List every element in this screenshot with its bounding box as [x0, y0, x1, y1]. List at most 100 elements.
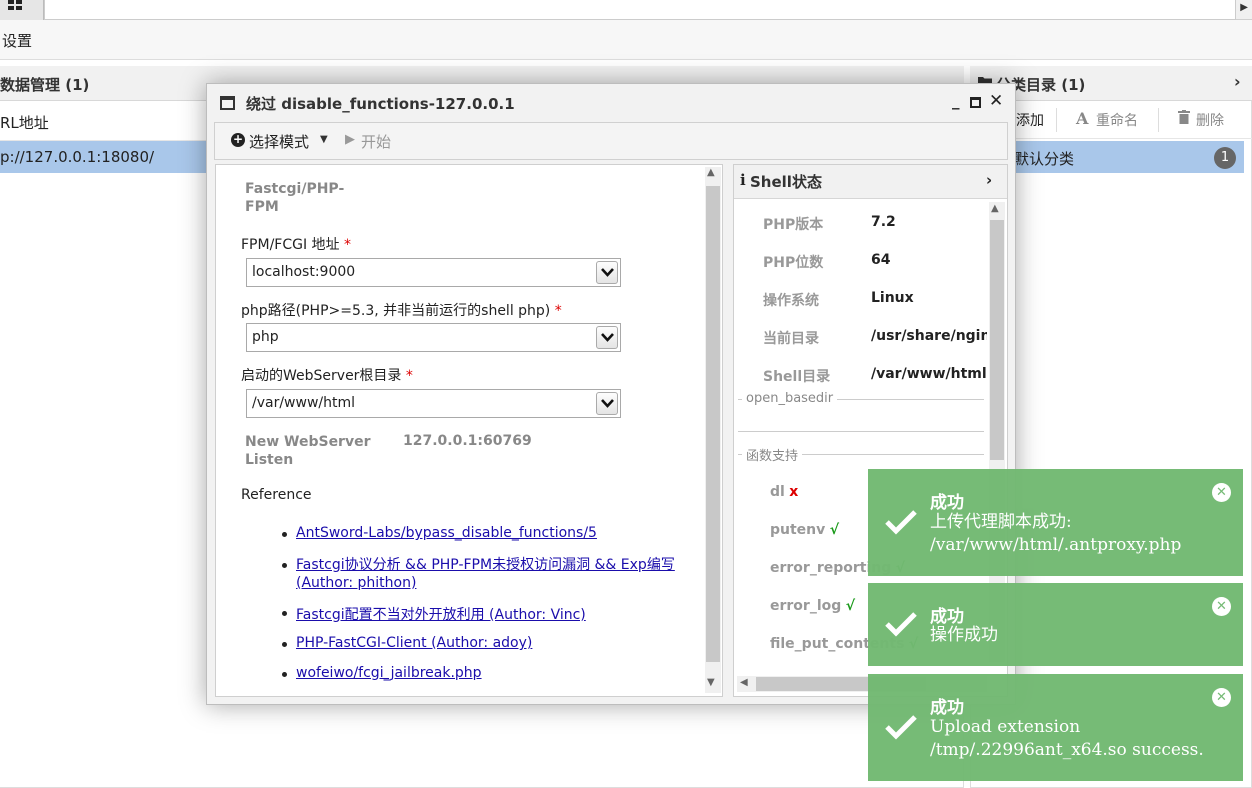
- reference-link[interactable]: Fastcgi协议分析 && PHP-FPM未授权访问漏洞 && Exp编写 (…: [296, 556, 696, 592]
- php-path-select[interactable]: php: [246, 323, 621, 352]
- required-mark: *: [344, 237, 351, 253]
- font-a-icon: A: [1076, 109, 1089, 128]
- data-panel-title: 数据管理 (1): [0, 76, 90, 94]
- success-toast[interactable]: 成功 Upload extension /tmp/.22996ant_x64.s…: [868, 674, 1243, 781]
- toast-message: Upload extension: [930, 717, 1081, 737]
- add-category-button[interactable]: 添加: [1016, 110, 1044, 130]
- modal-toolbar: [214, 122, 1008, 160]
- reference-link[interactable]: wofeiwo/fcgi_jailbreak.php: [296, 665, 482, 681]
- plus-circle-icon: +: [231, 132, 245, 147]
- check-icon: √: [845, 598, 856, 614]
- trash-icon: [1178, 110, 1190, 124]
- chevron-down-icon: [601, 399, 614, 408]
- shell-dir-key: Shell目录: [763, 369, 831, 385]
- current-dir-key: 当前目录: [763, 331, 819, 347]
- reference-link[interactable]: Fastcgi配置不当对外开放利用 (Author: Vinc): [296, 604, 586, 624]
- webroot-value: /var/www/html: [252, 395, 356, 411]
- fieldset-border: [738, 431, 984, 432]
- webroot-label-text: 启动的WebServer根目录: [241, 368, 402, 384]
- success-toast[interactable]: 成功 上传代理脚本成功: /var/www/html/.antproxy.php…: [868, 469, 1243, 576]
- success-toast[interactable]: 成功 操作成功 ✕: [868, 583, 1243, 666]
- reference-link[interactable]: AntSword-Labs/bypass_disable_functions/5: [296, 525, 597, 541]
- shell-scrollbar-thumb[interactable]: [990, 220, 1004, 460]
- select-mode-button[interactable]: 选择模式: [249, 131, 309, 152]
- category-name[interactable]: 默认分类: [1014, 148, 1074, 169]
- scroll-down-arrow-icon[interactable]: ▼: [707, 677, 715, 688]
- required-mark: *: [554, 303, 562, 319]
- webroot-label: 启动的WebServer根目录 *: [241, 365, 413, 385]
- caret-down-icon[interactable]: ▼: [320, 134, 328, 145]
- list-bullet: [282, 563, 287, 568]
- function-item: dl x: [770, 484, 798, 500]
- grid-icon: [8, 0, 22, 10]
- rename-category-button[interactable]: 重命名: [1096, 110, 1138, 130]
- php-version-value: 7.2: [871, 214, 896, 230]
- os-key: 操作系统: [763, 293, 819, 309]
- toast-message: 操作成功: [930, 625, 998, 645]
- toolbar-divider: [1056, 108, 1057, 132]
- shell-status-title: Shell状态: [750, 173, 822, 191]
- shell-dir-value: /var/www/html: [871, 366, 987, 382]
- fpm-address-label-text: FPM/FCGI 地址: [241, 237, 340, 253]
- php-path-label-text: php路径(PHP>=5.3, 并非当前运行的shell php): [241, 303, 551, 319]
- dropdown-button[interactable]: [596, 392, 618, 415]
- list-bullet: [282, 611, 287, 616]
- delete-category-button[interactable]: 删除: [1196, 110, 1224, 130]
- url-column-header[interactable]: RL地址: [0, 112, 49, 133]
- php-bits-value: 64: [871, 252, 891, 268]
- grid-menu-button[interactable]: [0, 0, 44, 20]
- functions-legend: 函数支持: [742, 445, 803, 464]
- toolbar-divider: [1158, 108, 1159, 132]
- form-scrollbar-thumb[interactable]: [706, 186, 720, 662]
- php-path-value: php: [252, 329, 279, 345]
- scroll-up-arrow-icon[interactable]: ▲: [707, 167, 715, 178]
- close-icon[interactable]: ✕: [1212, 688, 1231, 707]
- minimize-button[interactable]: _: [952, 92, 960, 110]
- php-path-label: php路径(PHP>=5.3, 并非当前运行的shell php) *: [241, 300, 562, 320]
- fpm-address-label: FPM/FCGI 地址 *: [241, 234, 351, 254]
- dropdown-button[interactable]: [596, 326, 618, 349]
- top-address-bar[interactable]: [44, 0, 1236, 20]
- chevron-right-icon[interactable]: ›: [1234, 72, 1241, 91]
- toast-message: 上传代理脚本成功:: [930, 512, 1072, 532]
- reference-heading: Reference: [241, 487, 312, 503]
- modal-title: 绕过 disable_functions-127.0.0.1: [246, 95, 515, 113]
- maximize-button[interactable]: [970, 97, 981, 108]
- chevron-right-icon[interactable]: ›: [986, 171, 992, 189]
- checkmark-icon: [885, 715, 917, 740]
- close-icon[interactable]: ✕: [1212, 597, 1231, 616]
- close-button[interactable]: ✕: [989, 91, 1003, 111]
- reference-link[interactable]: PHP-FastCGI-Client (Author: adoy): [296, 635, 532, 651]
- start-button[interactable]: 开始: [361, 131, 391, 152]
- cross-icon: x: [789, 484, 799, 500]
- current-dir-value: /usr/share/nginx: [871, 328, 987, 344]
- chevron-down-icon: [601, 333, 614, 342]
- row-url-cell[interactable]: p://127.0.0.1:18080/: [0, 148, 154, 166]
- toast-title: 成功: [930, 698, 964, 718]
- required-mark: *: [405, 368, 413, 384]
- dropdown-button[interactable]: [596, 261, 618, 284]
- function-name: putenv: [770, 522, 826, 538]
- os-value: Linux: [871, 290, 914, 306]
- php-version-key: PHP版本: [763, 217, 824, 233]
- scroll-left-arrow-icon[interactable]: ◀: [740, 677, 748, 688]
- play-icon: ▶: [345, 132, 355, 147]
- toast-title: 成功: [930, 493, 964, 513]
- checkmark-icon: [885, 510, 917, 535]
- settings-tab-strip: [0, 20, 1252, 60]
- webroot-select[interactable]: /var/www/html: [246, 389, 621, 418]
- list-bullet: [282, 672, 287, 677]
- function-item: error_log √: [770, 598, 855, 614]
- close-icon[interactable]: ✕: [1212, 483, 1231, 502]
- info-icon: i: [740, 171, 746, 189]
- fpm-address-select[interactable]: localhost:9000: [246, 258, 621, 287]
- fpm-address-value: localhost:9000: [252, 264, 356, 280]
- toast-message: /tmp/.22996ant_x64.so success.: [930, 740, 1204, 760]
- caret-right-icon[interactable]: ▶: [1240, 2, 1248, 13]
- function-name: dl: [770, 484, 785, 500]
- list-bullet: [282, 642, 287, 647]
- scroll-up-arrow-icon[interactable]: ▲: [991, 203, 999, 214]
- settings-tab[interactable]: 设置: [2, 30, 32, 51]
- check-icon: √: [829, 522, 840, 538]
- open-basedir-legend: open_basedir: [742, 391, 838, 406]
